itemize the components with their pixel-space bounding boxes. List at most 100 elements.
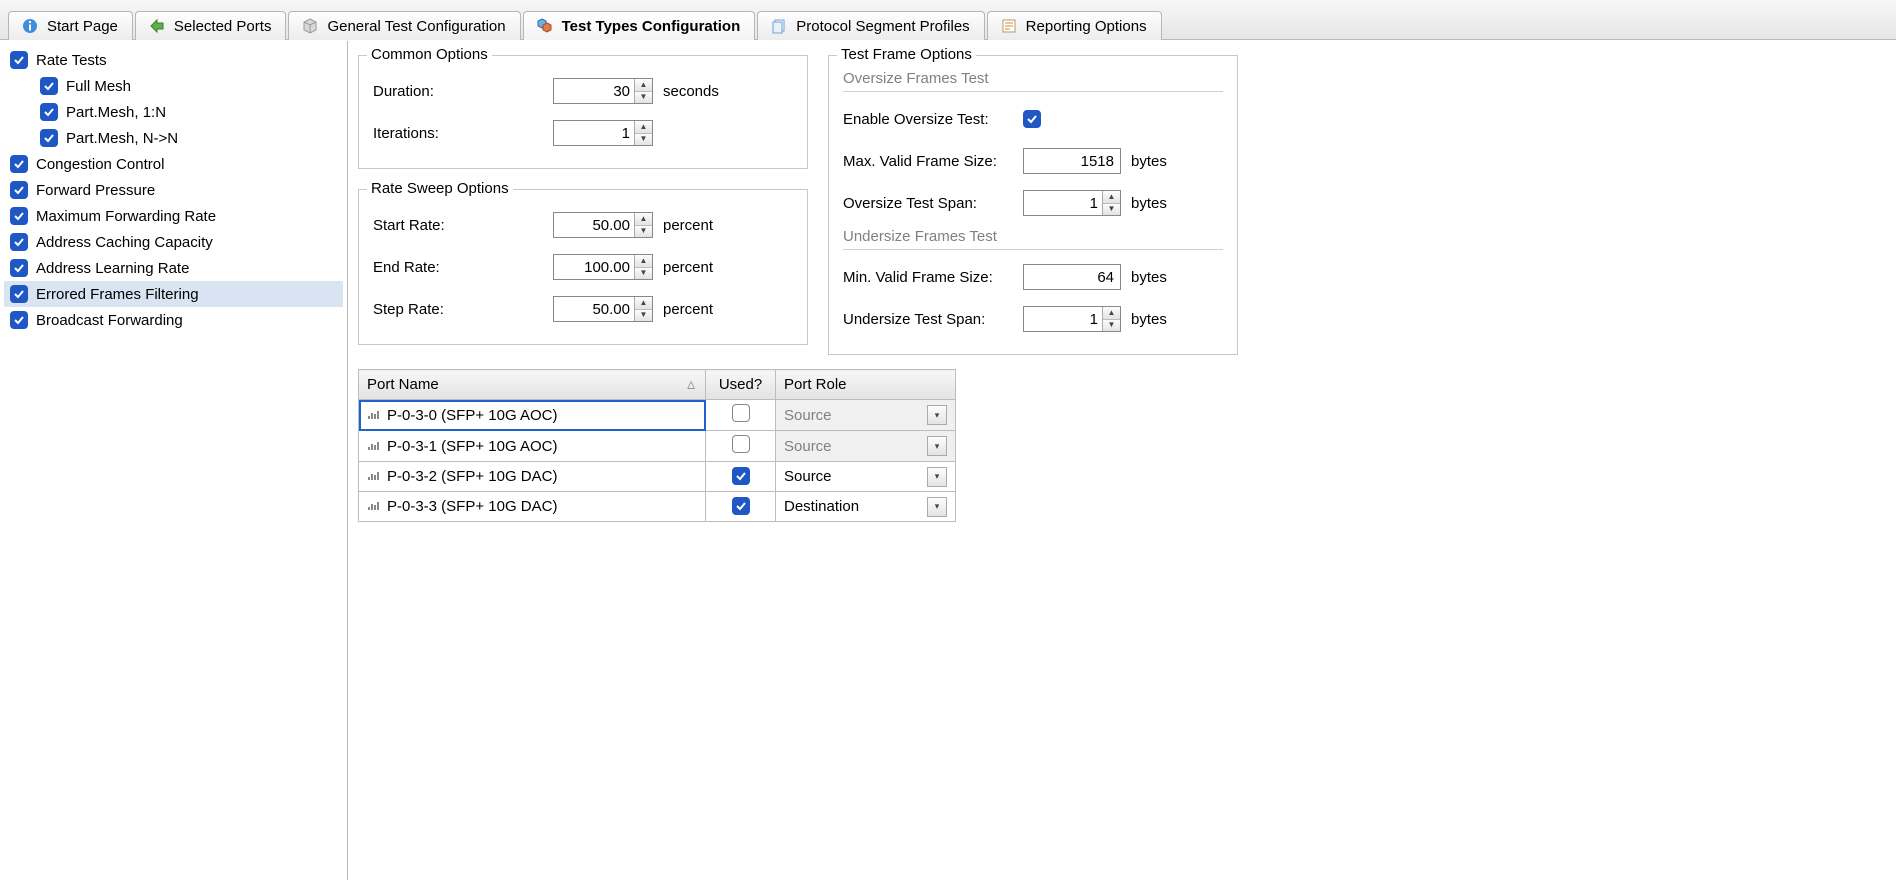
enable-oversize-checkbox[interactable] <box>1023 110 1041 128</box>
check-icon[interactable] <box>10 259 28 277</box>
sort-asc-icon: △ <box>687 379 695 390</box>
spin-down-icon[interactable]: ▼ <box>635 226 652 238</box>
tree-item[interactable]: Maximum Forwarding Rate <box>4 203 343 229</box>
oversize-span-label: Oversize Test Span: <box>843 195 1023 212</box>
dropdown-icon[interactable]: ▾ <box>927 436 947 456</box>
port-role-text: Destination <box>784 498 859 515</box>
tree-item[interactable]: Errored Frames Filtering <box>4 281 343 307</box>
spin-up-icon[interactable]: ▲ <box>1103 191 1120 204</box>
port-name-text: P-0-3-3 (SFP+ 10G DAC) <box>387 498 557 515</box>
table-row[interactable]: P-0-3-0 (SFP+ 10G AOC)Source▾ <box>359 400 956 431</box>
dropdown-icon[interactable]: ▾ <box>927 497 947 517</box>
check-icon[interactable] <box>10 233 28 251</box>
spin-up-icon[interactable]: ▲ <box>635 297 652 310</box>
tree-item-label: Full Mesh <box>66 78 131 95</box>
tree-item-label: Errored Frames Filtering <box>36 286 199 303</box>
tree-item[interactable]: Address Caching Capacity <box>4 229 343 255</box>
used-checkbox[interactable] <box>732 435 750 453</box>
check-icon[interactable] <box>10 311 28 329</box>
check-icon[interactable] <box>40 103 58 121</box>
config-panel: Common Options Duration: ▲▼ seconds Iter <box>348 41 1896 880</box>
port-icon <box>367 499 381 511</box>
end-rate-label: End Rate: <box>373 259 553 276</box>
undersize-span-label: Undersize Test Span: <box>843 311 1023 328</box>
spin-up-icon[interactable]: ▲ <box>1103 307 1120 320</box>
duration-field[interactable] <box>554 79 634 103</box>
tab-test-types[interactable]: Test Types Configuration <box>523 11 756 40</box>
spin-up-icon[interactable]: ▲ <box>635 255 652 268</box>
tree-item[interactable]: Full Mesh <box>4 73 343 99</box>
col-port-role[interactable]: Port Role <box>776 370 956 400</box>
tree-item[interactable]: Forward Pressure <box>4 177 343 203</box>
step-rate-unit: percent <box>663 301 723 318</box>
tab-protocol-profiles[interactable]: Protocol Segment Profiles <box>757 11 984 40</box>
check-icon[interactable] <box>40 129 58 147</box>
check-icon[interactable] <box>10 181 28 199</box>
duration-unit: seconds <box>663 83 723 100</box>
check-icon[interactable] <box>40 77 58 95</box>
tree-item-label: Maximum Forwarding Rate <box>36 208 216 225</box>
group-legend: Common Options <box>367 46 492 63</box>
tab-general-config[interactable]: General Test Configuration <box>288 11 520 40</box>
spin-up-icon[interactable]: ▲ <box>635 121 652 134</box>
tree-item[interactable]: Part.Mesh, N->N <box>4 125 343 151</box>
tab-label: Protocol Segment Profiles <box>796 18 969 35</box>
tab-selected-ports[interactable]: Selected Ports <box>135 11 287 40</box>
tree-item[interactable]: Congestion Control <box>4 151 343 177</box>
start-rate-unit: percent <box>663 217 723 234</box>
start-rate-input[interactable]: ▲▼ <box>553 212 653 238</box>
spin-down-icon[interactable]: ▼ <box>635 92 652 104</box>
used-checkbox[interactable] <box>732 497 750 515</box>
port-role-text: Source <box>784 468 832 485</box>
oversize-span-input[interactable]: ▲▼ <box>1023 190 1121 216</box>
tree-item-label: Congestion Control <box>36 156 164 173</box>
oversize-span-unit: bytes <box>1131 195 1191 212</box>
tab-label: Reporting Options <box>1026 18 1147 35</box>
tree-item[interactable]: Rate Tests <box>4 47 343 73</box>
used-checkbox[interactable] <box>732 467 750 485</box>
duration-input[interactable]: ▲▼ <box>553 78 653 104</box>
tab-label: Selected Ports <box>174 18 272 35</box>
spin-down-icon[interactable]: ▼ <box>635 268 652 280</box>
max-frame-input[interactable] <box>1023 148 1121 174</box>
table-row[interactable]: P-0-3-2 (SFP+ 10G DAC)Source▾ <box>359 462 956 492</box>
tab-start-page[interactable]: Start Page <box>8 11 133 40</box>
tab-bar: Start Page Selected Ports General Test C… <box>0 0 1896 40</box>
check-icon[interactable] <box>10 207 28 225</box>
iterations-field[interactable] <box>554 121 634 145</box>
spin-down-icon[interactable]: ▼ <box>635 310 652 322</box>
check-icon[interactable] <box>10 155 28 173</box>
spin-up-icon[interactable]: ▲ <box>635 79 652 92</box>
spin-down-icon[interactable]: ▼ <box>1103 320 1120 332</box>
table-row[interactable]: P-0-3-1 (SFP+ 10G AOC)Source▾ <box>359 431 956 462</box>
spin-up-icon[interactable]: ▲ <box>635 213 652 226</box>
iterations-label: Iterations: <box>373 125 553 142</box>
iterations-input[interactable]: ▲▼ <box>553 120 653 146</box>
table-row[interactable]: P-0-3-3 (SFP+ 10G DAC) Destination ▾ <box>359 492 956 522</box>
tree-item[interactable]: Address Learning Rate <box>4 255 343 281</box>
group-rate-sweep: Rate Sweep Options Start Rate: ▲▼ percen… <box>358 189 808 345</box>
used-checkbox[interactable] <box>732 404 750 422</box>
undersize-span-input[interactable]: ▲▼ <box>1023 306 1121 332</box>
tab-reporting[interactable]: Reporting Options <box>987 11 1162 40</box>
info-icon <box>21 17 39 35</box>
col-port-name[interactable]: Port Name△ <box>359 370 706 400</box>
boxes-icon <box>536 17 554 35</box>
check-icon[interactable] <box>10 51 28 69</box>
min-frame-input[interactable] <box>1023 264 1121 290</box>
dropdown-icon[interactable]: ▾ <box>927 405 947 425</box>
max-frame-label: Max. Valid Frame Size: <box>843 153 1023 170</box>
enable-oversize-label: Enable Oversize Test: <box>843 111 1023 128</box>
min-frame-unit: bytes <box>1131 269 1191 286</box>
col-used[interactable]: Used? <box>706 370 776 400</box>
tree-item[interactable]: Part.Mesh, 1:N <box>4 99 343 125</box>
spin-down-icon[interactable]: ▼ <box>635 134 652 146</box>
tree-item[interactable]: Broadcast Forwarding <box>4 307 343 333</box>
undersize-span-unit: bytes <box>1131 311 1191 328</box>
check-icon[interactable] <box>10 285 28 303</box>
dropdown-icon[interactable]: ▾ <box>927 467 947 487</box>
divider <box>843 249 1223 250</box>
step-rate-input[interactable]: ▲▼ <box>553 296 653 322</box>
end-rate-input[interactable]: ▲▼ <box>553 254 653 280</box>
spin-down-icon[interactable]: ▼ <box>1103 204 1120 216</box>
